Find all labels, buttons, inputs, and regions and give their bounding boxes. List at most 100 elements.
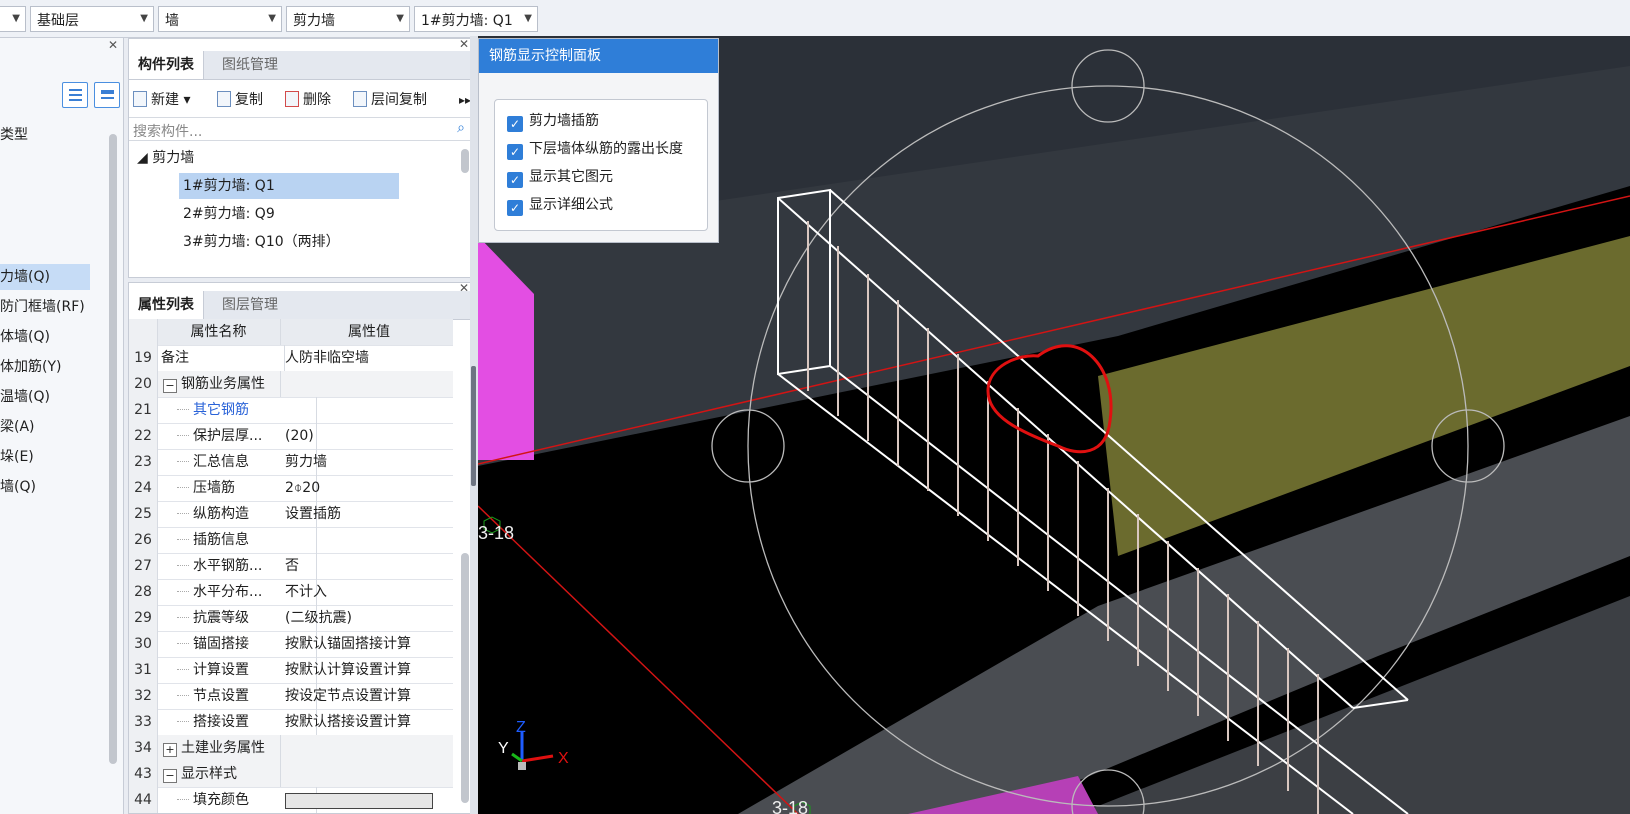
row-number: 34	[129, 735, 158, 761]
property-row[interactable]: 28 水平分布... 不计入	[129, 579, 453, 606]
element-type-combo[interactable]: 墙 ▼	[158, 6, 282, 32]
tree-item-blast-door-frame-wall[interactable]: 防门框墙(RF)	[0, 294, 90, 320]
delete-button[interactable]: 删除	[285, 89, 331, 111]
row-number: 21	[129, 397, 158, 423]
close-icon[interactable]: ✕	[459, 37, 469, 51]
element-subtype-combo[interactable]: 剪力墙 ▼	[286, 6, 410, 32]
tab-layer-management[interactable]: 图层管理	[213, 291, 287, 319]
new-button[interactable]: 新建 ▾	[133, 89, 190, 111]
chevron-down-icon: ▼	[12, 13, 20, 24]
property-group-row[interactable]: 43 − 显示样式	[129, 761, 453, 788]
component-item[interactable]: 2#剪力墙: Q9	[183, 201, 275, 227]
column-header-value: 属性值	[348, 324, 390, 340]
checkbox-lower-wall-exposure[interactable]: ✓ 下层墙体纵筋的露出长度	[507, 138, 683, 160]
search-input[interactable]: 搜索构件... ⌕	[129, 117, 473, 141]
grid-label: 3-18	[478, 523, 514, 543]
row-number: 31	[129, 657, 158, 683]
component-item[interactable]: 3#剪力墙: Q10（两排）	[183, 229, 340, 255]
collapse-icon[interactable]: −	[163, 769, 177, 783]
tab-drawing-management[interactable]: 图纸管理	[213, 51, 287, 79]
tab-component-list[interactable]: 构件列表	[129, 51, 204, 79]
tree-item-insulation-wall[interactable]: 温墙(Q)	[0, 384, 90, 410]
property-group-name: + 土建业务属性	[157, 735, 281, 761]
property-row[interactable]: 25 纵筋构造 设置插筋	[129, 501, 453, 528]
panel-title: 钢筋显示控制面板	[479, 39, 718, 73]
floor-combo[interactable]: 基础层 ▼	[30, 6, 154, 32]
tree-item-wall-pier[interactable]: 垛(E)	[0, 444, 90, 470]
grid-label: 3-18	[772, 798, 808, 814]
tree-item-curtain-wall[interactable]: 墙(Q)	[0, 474, 90, 500]
toolbar-combo-0[interactable]: ▼	[0, 6, 26, 32]
property-value[interactable]: (20)	[281, 423, 453, 449]
property-row[interactable]: 32 节点设置 按设定节点设置计算	[129, 683, 453, 710]
property-row[interactable]: 26 插筋信息	[129, 527, 453, 554]
new-icon	[133, 91, 147, 107]
scrollbar[interactable]	[461, 149, 469, 173]
close-icon[interactable]: ✕	[108, 38, 118, 52]
component-list-panel: ✕ 构件列表 图纸管理 新建 ▾ 复制 删除 层间复制 ▸▸ 搜索构件... ⌕…	[128, 37, 474, 278]
floor-copy-icon	[353, 91, 367, 107]
property-row[interactable]: 29 抗震等级 (二级抗震)	[129, 605, 453, 632]
red-annotation-circle	[986, 344, 1113, 454]
copy-icon	[217, 91, 231, 107]
property-row[interactable]: 44 填充颜色	[129, 787, 453, 813]
property-row[interactable]: 33 搭接设置 按默认搭接设置计算	[129, 709, 453, 736]
tree-root-shear-wall[interactable]: ◢ 剪力墙	[137, 145, 194, 171]
checkbox-wall-dowel[interactable]: ✓ 剪力墙插筋	[507, 110, 599, 132]
column-header-name: 属性名称	[157, 319, 281, 345]
list-view-icon[interactable]	[62, 82, 88, 108]
expand-icon[interactable]: +	[163, 743, 177, 757]
row-number: 23	[129, 449, 158, 475]
tree-header-type: 类型	[0, 127, 28, 143]
panel-splitter[interactable]	[470, 36, 478, 814]
property-value[interactable]	[281, 397, 453, 423]
component-combo[interactable]: 1#剪力墙: Q1 ▼	[414, 6, 538, 32]
tab-property-list[interactable]: 属性列表	[129, 291, 204, 319]
tree-item-masonry-reinforcement[interactable]: 体加筋(Y)	[0, 354, 90, 380]
checkbox-show-detailed-formula[interactable]: ✓ 显示详细公式	[507, 194, 613, 216]
component-item[interactable]: 1#剪力墙: Q1	[179, 173, 399, 199]
collapse-icon[interactable]: −	[163, 379, 177, 393]
property-row[interactable]: 19 备注 人防非临空墙	[129, 345, 453, 372]
fill-color-swatch[interactable]	[281, 787, 453, 813]
property-value[interactable]: 按默认搭接设置计算	[281, 709, 453, 735]
floor-toolbar: ▼ 基础层 ▼ 墙 ▼ 剪力墙 ▼ 1#剪力墙: Q1 ▼	[0, 0, 1630, 38]
row-number: 30	[129, 631, 158, 657]
property-value[interactable]: 不计入	[281, 579, 453, 605]
property-value[interactable]: 按设定节点设置计算	[281, 683, 453, 709]
property-row[interactable]: 31 计算设置 按默认计算设置计算	[129, 657, 453, 684]
property-row[interactable]: 21 其它钢筋	[129, 397, 453, 424]
property-group-row[interactable]: 20 − 钢筋业务属性	[129, 371, 453, 398]
component-tabs: 构件列表 图纸管理	[129, 51, 473, 80]
tree-item-dark-beam[interactable]: 梁(A)	[0, 414, 90, 440]
copy-button[interactable]: 复制	[217, 89, 263, 111]
chevron-down-icon: ▼	[396, 13, 404, 24]
row-number: 33	[129, 709, 158, 735]
rebar-display-control-panel: 钢筋显示控制面板 ✓ 剪力墙插筋 ✓ 下层墙体纵筋的露出长度 ✓ 显示其它图元 ✓ 显示…	[478, 38, 719, 243]
delete-icon	[285, 91, 299, 107]
property-value[interactable]: 设置插筋	[281, 501, 453, 527]
property-row[interactable]: 27 水平钢筋... 否	[129, 553, 453, 580]
property-value[interactable]: 按默认锚固搭接计算	[281, 631, 453, 657]
property-row[interactable]: 24 压墙筋 2⌽20	[129, 475, 453, 502]
property-value[interactable]	[281, 527, 453, 553]
property-row[interactable]: 22 保护层厚... (20)	[129, 423, 453, 450]
checkbox-show-other-elements[interactable]: ✓ 显示其它图元	[507, 166, 613, 188]
property-row[interactable]: 23 汇总信息 剪力墙	[129, 449, 453, 476]
tree-item-masonry-wall[interactable]: 体墙(Q)	[0, 324, 90, 350]
property-value[interactable]: (二级抗震)	[281, 605, 453, 631]
scrollbar[interactable]	[461, 553, 469, 803]
property-group-row[interactable]: 34 + 土建业务属性	[129, 735, 453, 762]
floor-copy-button[interactable]: 层间复制	[353, 89, 427, 111]
property-name: 备注	[157, 345, 285, 371]
scrollbar[interactable]	[109, 134, 117, 764]
property-value[interactable]: 否	[281, 553, 453, 579]
search-icon[interactable]: ⌕	[457, 120, 465, 136]
tree-item-shear-wall[interactable]: 力墙(Q)	[0, 264, 90, 290]
property-value[interactable]: 2⌽20	[281, 475, 453, 501]
property-row[interactable]: 30 锚固搭接 按默认锚固搭接计算	[129, 631, 453, 658]
property-value[interactable]: 人防非临空墙	[281, 345, 453, 371]
property-value[interactable]: 剪力墙	[281, 449, 453, 475]
detail-view-icon[interactable]	[94, 82, 120, 108]
property-value[interactable]: 按默认计算设置计算	[281, 657, 453, 683]
